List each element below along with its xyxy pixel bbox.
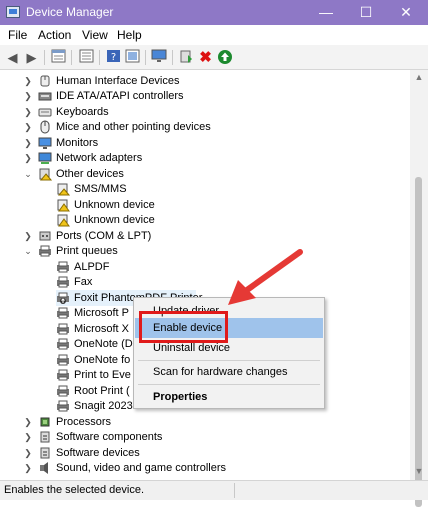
status-text: Enables the selected device. [4,484,145,496]
status-separator [234,483,235,498]
status-bar: Enables the selected device. [0,480,428,500]
annotation-arrow-icon [228,249,303,305]
